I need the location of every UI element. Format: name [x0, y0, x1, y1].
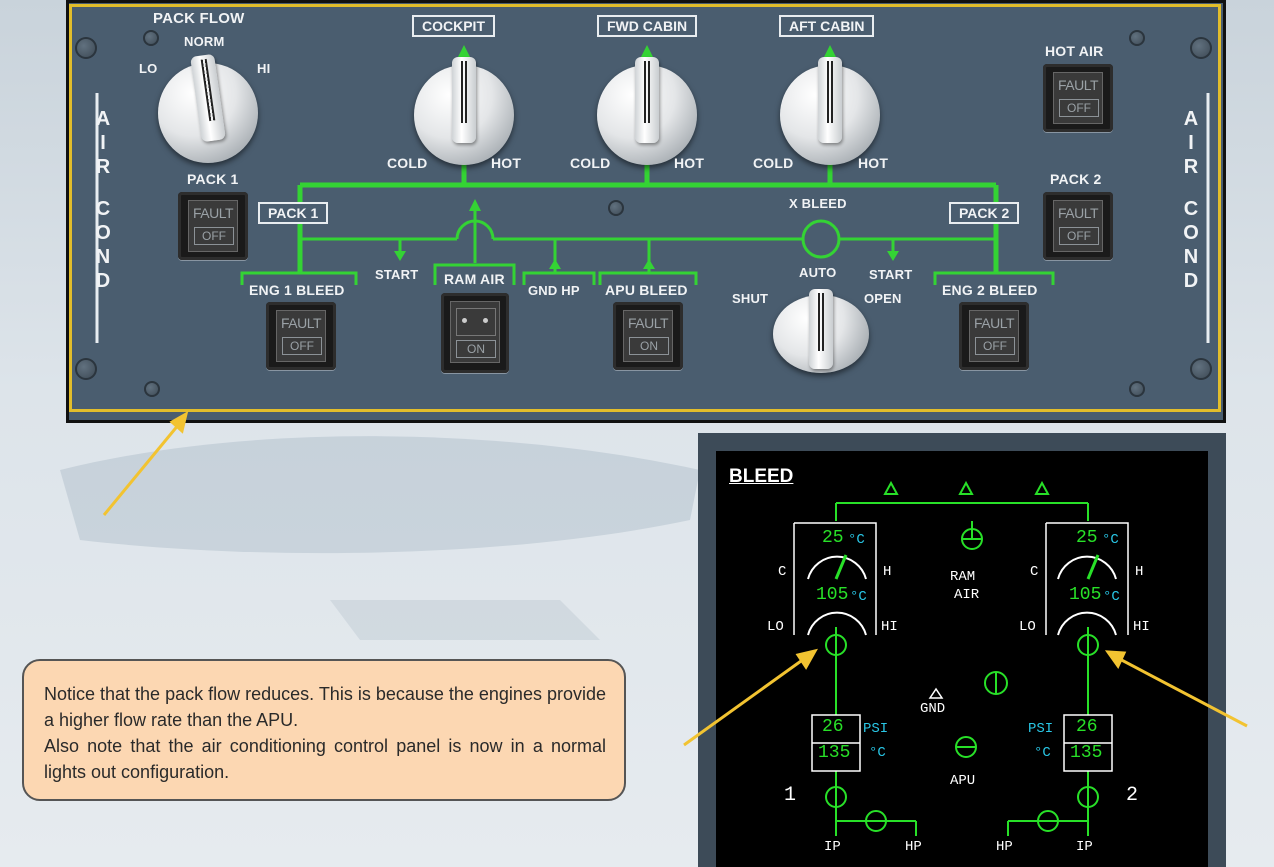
x-bleed-auto-label: AUTO — [799, 265, 837, 280]
apu-bleed-pushbutton[interactable]: FAULT ON — [613, 302, 683, 370]
left-ip-label: IP — [824, 839, 841, 855]
panel-screw — [75, 358, 97, 380]
x-bleed-open-label: OPEN — [864, 291, 902, 306]
start-right-label: START — [869, 267, 913, 282]
left-hp-label: HP — [905, 839, 922, 855]
right-hp-label: HP — [996, 839, 1013, 855]
fwd-cabin-temp-selector-knob[interactable] — [597, 57, 697, 165]
left-gauge-h-label: H — [883, 564, 892, 580]
ram-air-guarded-pushbutton[interactable]: ON — [441, 293, 509, 373]
gnd-hp-label: GND HP — [528, 283, 580, 298]
hot-air-label: HOT AIR — [1045, 43, 1104, 59]
zone-label-fwd-cabin: FWD CABIN — [597, 15, 698, 37]
note-line-1: Notice that the pack flow reduces. This … — [44, 684, 606, 730]
right-ip-label: IP — [1076, 839, 1093, 855]
right-pack-outlet-temp: 25 — [1076, 528, 1098, 548]
right-pack-outlet-unit: °C — [1102, 532, 1119, 548]
panel-screw — [1190, 358, 1212, 380]
apu-label: APU — [950, 773, 976, 789]
instruction-note: Notice that the pack flow reduces. This … — [22, 659, 626, 801]
engine-2-label: 2 — [1126, 784, 1139, 807]
right-bleed-pressure: 26 — [1076, 717, 1098, 737]
fwd-cabin-hot-label: HOT — [674, 155, 705, 171]
pack-flow-selector-knob[interactable] — [158, 53, 258, 163]
panel-screw — [608, 200, 624, 216]
left-pack-outlet-unit: °C — [848, 532, 865, 548]
note-line-2: Also note that the air conditioning cont… — [44, 736, 606, 782]
panel-screw — [1129, 30, 1145, 46]
ram-air-label-line2: AIR — [954, 587, 980, 603]
aft-cabin-cold-label: COLD — [753, 155, 794, 171]
right-gauge-lo-label: LO — [1019, 619, 1036, 635]
x-bleed-title: X BLEED — [789, 196, 847, 211]
left-bleed-pressure: 26 — [822, 717, 844, 737]
cockpit-temp-selector-knob[interactable] — [414, 57, 514, 165]
eng2-bleed-label: ENG 2 BLEED — [942, 282, 1038, 298]
gnd-label: GND — [920, 701, 946, 717]
pack2-box-label: PACK 2 — [949, 202, 1020, 224]
air-cond-panel: AIR COND AIR COND PACK FLOW NORM LO HI C… — [66, 0, 1226, 423]
eng1-bleed-pushbutton[interactable]: FAULT OFF — [266, 302, 336, 370]
right-gauge-c-label: C — [1030, 564, 1039, 580]
pack1-label: PACK 1 — [187, 171, 239, 187]
left-bleed-temp: 135 — [818, 743, 851, 763]
apu-bleed-label: APU BLEED — [605, 282, 688, 298]
pack-flow-lo-label: LO — [139, 61, 158, 76]
eng1-bleed-label: ENG 1 BLEED — [249, 282, 345, 298]
left-gauge-c-label: C — [778, 564, 787, 580]
ecam-page-title: BLEED — [729, 466, 794, 487]
cockpit-hot-label: HOT — [491, 155, 522, 171]
right-gauge-h-label: H — [1135, 564, 1144, 580]
ram-air-label: RAM AIR — [444, 271, 505, 287]
right-gauge-hi-label: HI — [1133, 619, 1150, 635]
left-deg-unit: °C — [869, 745, 886, 761]
aft-cabin-temp-selector-knob[interactable] — [780, 57, 880, 165]
eng2-bleed-pushbutton[interactable]: FAULT OFF — [959, 302, 1029, 370]
aft-cabin-hot-label: HOT — [858, 155, 889, 171]
left-psi-unit: PSI — [863, 721, 889, 737]
right-compressor-temp: 105 — [1069, 585, 1102, 605]
panel-screw — [143, 30, 159, 46]
right-deg-unit: °C — [1034, 745, 1051, 761]
zone-label-aft-cabin: AFT CABIN — [779, 15, 875, 37]
pack1-pushbutton[interactable]: FAULT OFF — [178, 192, 248, 260]
left-gauge-hi-label: HI — [881, 619, 898, 635]
pack-flow-norm-label: NORM — [184, 34, 225, 49]
ram-air-label-line1: RAM — [950, 569, 976, 585]
side-label-left: AIR COND — [95, 108, 111, 292]
right-compressor-unit: °C — [1103, 589, 1120, 605]
engine-1-label: 1 — [784, 784, 797, 807]
left-pack-outlet-temp: 25 — [822, 528, 844, 548]
cockpit-cold-label: COLD — [387, 155, 428, 171]
pack1-box-label: PACK 1 — [258, 202, 329, 224]
pack-flow-title: PACK FLOW — [153, 10, 245, 27]
hot-air-pushbutton[interactable]: FAULT OFF — [1043, 64, 1113, 132]
panel-screw — [144, 381, 160, 397]
right-psi-unit: PSI — [1028, 721, 1054, 737]
pack-flow-hi-label: HI — [257, 61, 271, 76]
panel-screw — [1129, 381, 1145, 397]
pack2-label: PACK 2 — [1050, 171, 1102, 187]
pack2-pushbutton[interactable]: FAULT OFF — [1043, 192, 1113, 260]
zone-label-cockpit: COCKPIT — [412, 15, 495, 37]
side-label-right: AIR COND — [1183, 108, 1199, 292]
left-compressor-temp: 105 — [816, 585, 849, 605]
right-bleed-temp: 135 — [1070, 743, 1103, 763]
start-left-label: START — [375, 267, 419, 282]
ecam-bleed-page: BLEED 25 °C C H 105 °C LO HI 26 135 PSI … — [716, 451, 1208, 867]
x-bleed-selector-knob[interactable] — [773, 289, 869, 373]
panel-screw — [1190, 37, 1212, 59]
fwd-cabin-cold-label: COLD — [570, 155, 611, 171]
panel-screw — [75, 37, 97, 59]
left-gauge-lo-label: LO — [767, 619, 784, 635]
left-compressor-unit: °C — [850, 589, 867, 605]
x-bleed-shut-label: SHUT — [732, 291, 769, 306]
